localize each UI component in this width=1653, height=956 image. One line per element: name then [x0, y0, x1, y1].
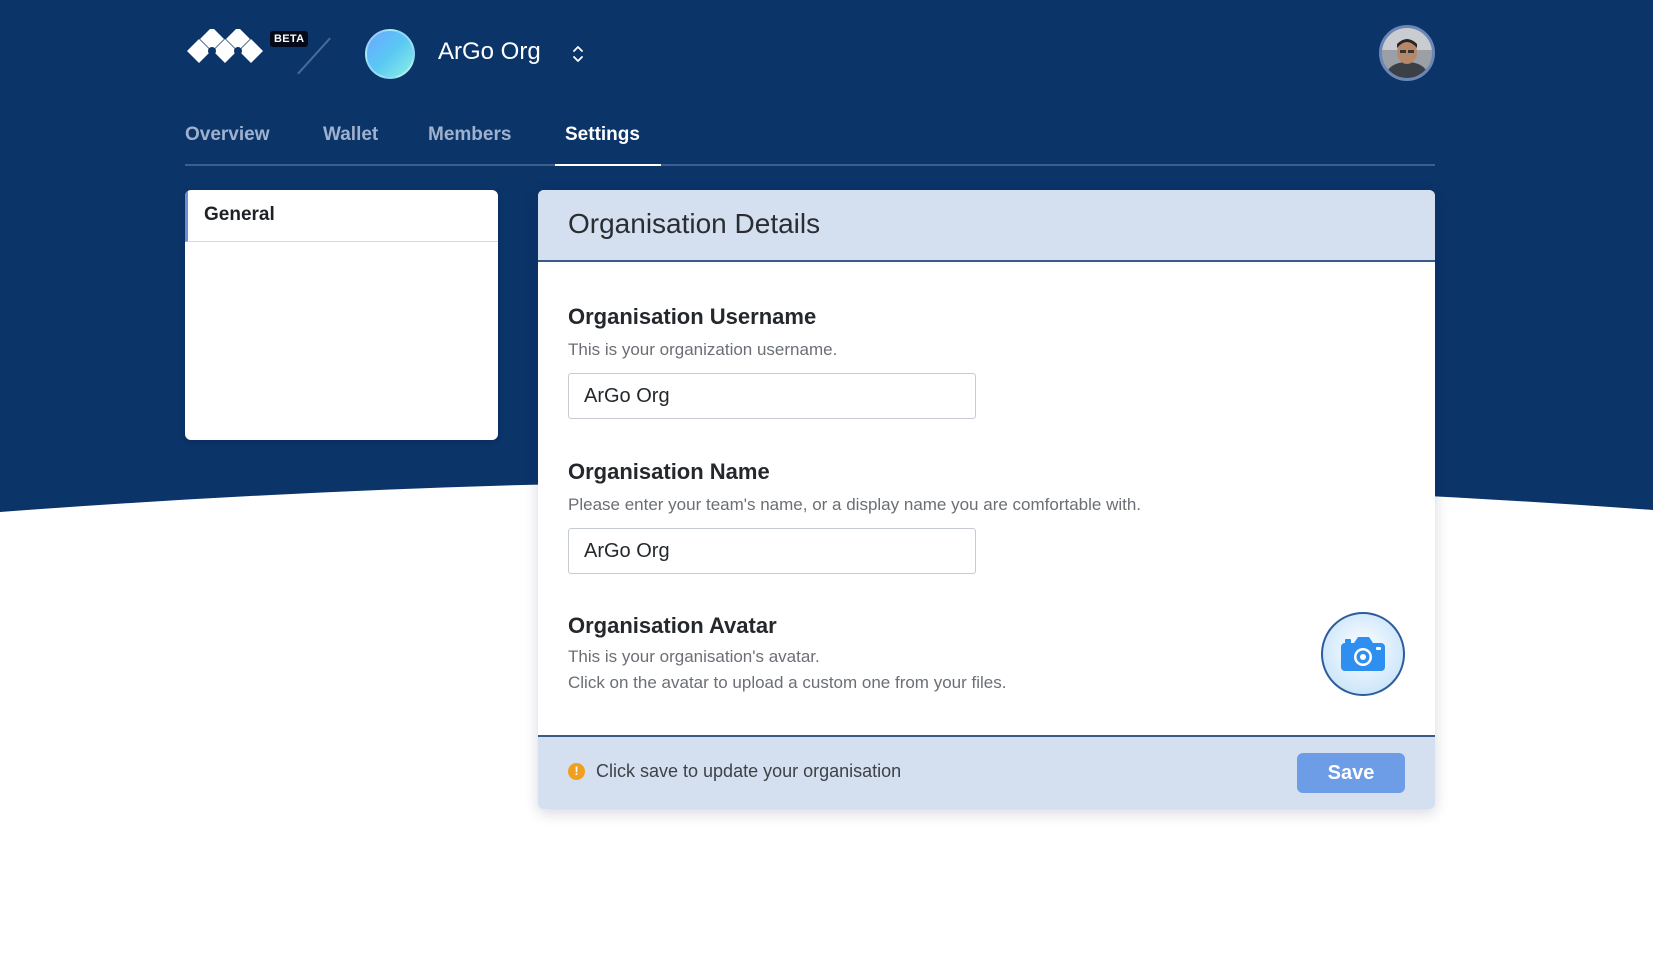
name-section: Organisation Name Please enter your team… — [568, 459, 1141, 574]
top-bar: BETA ArGo Org — [185, 24, 1435, 84]
username-label: Organisation Username — [568, 304, 817, 329]
warning-icon: ! — [568, 763, 585, 780]
username-description: This is your organization username. — [568, 340, 838, 359]
avatar-label: Organisation Avatar — [568, 613, 777, 638]
user-photo-icon — [1382, 28, 1432, 78]
page: BETA ArGo Org Overview Wallet Members Se… — [0, 0, 1653, 956]
avatar-description: This is your organisation's avatar. Clic… — [568, 644, 1006, 696]
camera-icon — [1341, 637, 1385, 671]
card-footer: ! Click save to update your organisation… — [538, 735, 1435, 809]
org-name[interactable]: ArGo Org — [438, 38, 541, 66]
settings-sidebar: General — [185, 190, 498, 440]
tab-wallet[interactable]: Wallet — [323, 124, 378, 146]
tab-overview[interactable]: Overview — [185, 124, 270, 146]
nav-tabs: Overview Wallet Members Settings — [185, 116, 1435, 166]
avatar-section: Organisation Avatar This is your organis… — [568, 613, 1006, 696]
username-section: Organisation Username This is your organ… — [568, 304, 976, 419]
avatar-upload-button[interactable] — [1321, 612, 1405, 696]
brand-logo[interactable] — [185, 27, 265, 79]
username-input[interactable] — [568, 373, 976, 419]
name-description: Please enter your team's name, or a disp… — [568, 495, 1142, 514]
chevron-up-down-icon[interactable] — [570, 42, 586, 66]
organisation-details-card: Organisation Details Organisation Userna… — [538, 190, 1435, 809]
avatar-description-line-1: This is your organisation's avatar. — [568, 647, 820, 666]
sidebar-item-general[interactable]: General — [185, 190, 498, 242]
save-hint-text: Click save to update your organisation — [596, 761, 902, 781]
card-title: Organisation Details — [538, 190, 1435, 262]
tab-members[interactable]: Members — [428, 124, 511, 146]
avatar-description-line-2: Click on the avatar to upload a custom o… — [568, 673, 1007, 692]
name-label: Organisation Name — [568, 459, 770, 484]
brand-logo-icon — [187, 27, 263, 63]
org-avatar[interactable] — [365, 29, 415, 79]
beta-badge: BETA — [270, 31, 309, 47]
user-avatar[interactable] — [1379, 25, 1435, 81]
save-button[interactable]: Save — [1297, 753, 1405, 793]
save-hint: ! Click save to update your organisation — [568, 761, 901, 782]
name-input[interactable] — [568, 528, 976, 574]
tab-settings[interactable]: Settings — [565, 124, 640, 146]
active-tab-indicator — [555, 164, 661, 166]
